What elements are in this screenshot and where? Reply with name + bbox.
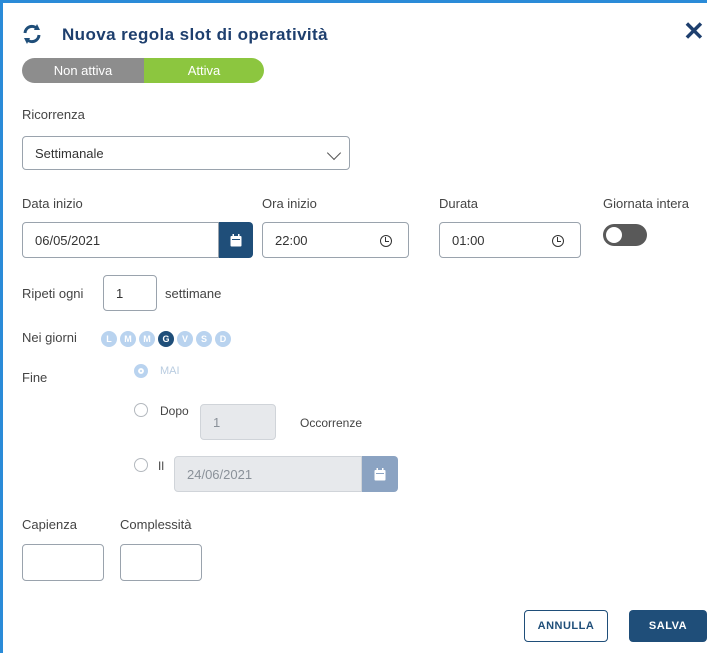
day-button-wednesday[interactable]: M [139, 331, 155, 347]
cancel-button[interactable]: ANNULLA [524, 610, 608, 642]
repeat-label: Ripeti ogni [22, 286, 84, 301]
end-on-date-input[interactable]: 24/06/2021 [174, 456, 362, 492]
day-button-saturday[interactable]: S [196, 331, 212, 347]
end-never-radio[interactable] [134, 364, 148, 378]
recurrence-label: Ricorrenza [22, 107, 85, 122]
start-time-label: Ora inizio [262, 196, 317, 211]
complexity-label: Complessità [120, 517, 192, 532]
start-time-value: 22:00 [275, 232, 308, 248]
complexity-input[interactable] [120, 544, 202, 581]
end-after-unit: Occorrenze [300, 416, 363, 430]
recurrence-select[interactable]: Settimanale [22, 136, 350, 170]
calendar-icon [374, 467, 386, 480]
start-date-value: 06/05/2021 [35, 232, 101, 248]
clock-icon [552, 235, 564, 247]
day-button-sunday[interactable]: D [215, 331, 231, 347]
capacity-input[interactable] [22, 544, 104, 581]
duration-label: Durata [439, 196, 479, 211]
start-date-calendar-button[interactable] [219, 222, 253, 258]
full-day-toggle[interactable] [603, 224, 647, 246]
duration-input[interactable]: 01:00 [439, 222, 581, 258]
day-button-monday[interactable]: L [101, 331, 117, 347]
capacity-label: Capienza [22, 517, 77, 532]
start-date-label: Data inizio [22, 196, 83, 211]
dialog-frame [0, 0, 707, 653]
clock-icon [380, 235, 392, 247]
repeat-unit: settimane [165, 286, 222, 301]
status-toggle[interactable]: Non attiva Attiva [22, 58, 264, 83]
days-label: Nei giorni [22, 330, 77, 345]
end-after-value: 1 [213, 414, 221, 430]
end-after-radio[interactable] [134, 403, 148, 417]
end-on-date-value: 24/06/2021 [187, 466, 253, 482]
day-selector: L M M G V S D [101, 331, 231, 347]
end-on-radio[interactable] [134, 458, 148, 472]
end-after-input[interactable]: 1 [200, 404, 276, 440]
calendar-icon [230, 233, 242, 246]
end-label: Fine [22, 370, 48, 385]
end-after-label: Dopo [160, 404, 189, 418]
start-date-input[interactable]: 06/05/2021 [22, 222, 219, 258]
day-button-tuesday[interactable]: M [120, 331, 136, 347]
save-button[interactable]: SALVA [629, 610, 707, 642]
recurrence-value: Settimanale [35, 145, 104, 161]
refresh-icon [20, 22, 44, 46]
chevron-down-icon [326, 145, 342, 161]
status-active-option[interactable]: Attiva [144, 58, 264, 83]
toggle-knob [606, 227, 622, 243]
dialog-title: Nuova regola slot di operatività [62, 25, 328, 44]
start-time-input[interactable]: 22:00 [262, 222, 409, 258]
repeat-input[interactable]: 1 [103, 275, 157, 311]
status-inactive-option[interactable]: Non attiva [22, 58, 144, 83]
full-day-label: Giornata intera [603, 196, 689, 211]
end-never-label: MAI [160, 365, 180, 377]
day-button-friday[interactable]: V [177, 331, 193, 347]
close-icon[interactable]: ✕ [683, 18, 705, 44]
day-button-thursday[interactable]: G [158, 331, 174, 347]
end-on-label: Il [158, 459, 164, 473]
duration-value: 01:00 [452, 232, 485, 248]
end-on-calendar-button[interactable] [362, 456, 398, 492]
repeat-value: 1 [116, 285, 124, 301]
